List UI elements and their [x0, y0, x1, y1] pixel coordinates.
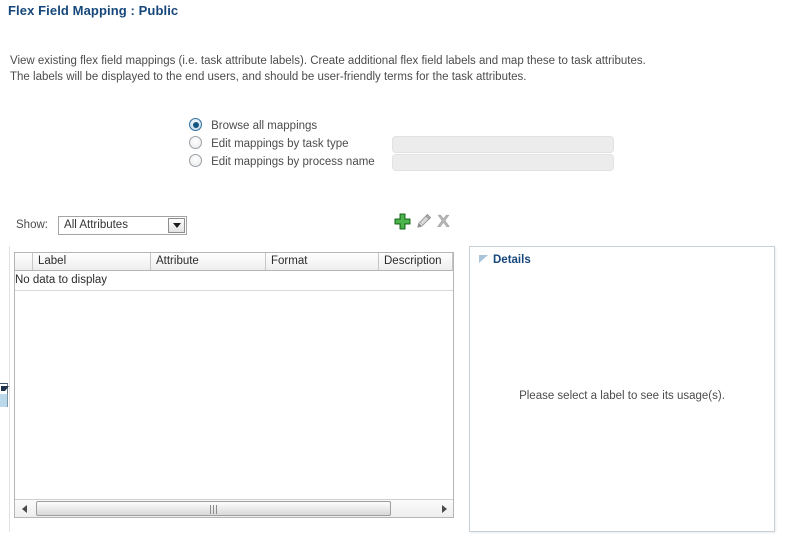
- radio-option-label: Browse all mappings: [211, 120, 318, 132]
- table-body: No data to display: [15, 271, 453, 498]
- show-filter-row: Show: All Attributes: [16, 215, 188, 235]
- table-column-header-description[interactable]: Description: [379, 253, 453, 270]
- splitter-rail: [9, 246, 10, 532]
- chevron-down-icon[interactable]: [168, 217, 186, 233]
- splitter-handle-cap: [0, 383, 9, 394]
- details-empty-message: Please select a label to see its usage(s…: [519, 390, 725, 402]
- details-panel-header[interactable]: Details: [470, 247, 774, 271]
- page-title: Flex Field Mapping : Public: [8, 3, 179, 18]
- description-line-2: The labels will be displayed to the end …: [10, 71, 527, 83]
- radio-browse-all-mappings-icon[interactable]: [189, 118, 202, 131]
- radio-edit-by-task-type-icon[interactable]: [189, 136, 202, 149]
- scroll-right-arrow-icon[interactable]: [435, 500, 452, 517]
- task-type-input[interactable]: [392, 136, 614, 153]
- radio-option-browse-all-mappings[interactable]: Browse all mappings: [189, 117, 629, 135]
- radio-option-label: Edit mappings by process name: [211, 156, 375, 168]
- details-panel: Details Please select a label to see its…: [469, 246, 775, 532]
- table-column-header-select: [15, 253, 33, 270]
- splitter-handle-body: [0, 394, 8, 407]
- description-line-1: View existing flex field mappings (i.e. …: [10, 55, 646, 67]
- edit-mapping-button[interactable]: [414, 212, 433, 231]
- radio-edit-by-process-name-icon[interactable]: [189, 154, 202, 167]
- mapping-mode-radio-group: Browse all mappings Edit mappings by tas…: [189, 117, 629, 171]
- collapse-triangle-icon[interactable]: [479, 255, 488, 263]
- process-name-input[interactable]: [392, 154, 614, 171]
- splitter-collapse-handle-icon[interactable]: [0, 383, 9, 407]
- show-filter-selected-value: All Attributes: [64, 218, 128, 231]
- table-body-divider: [15, 290, 453, 291]
- details-panel-title: Details: [493, 254, 531, 266]
- radio-option-edit-by-process-name[interactable]: Edit mappings by process name: [189, 153, 629, 171]
- table-column-header-attribute[interactable]: Attribute: [151, 253, 266, 270]
- radio-option-label: Edit mappings by task type: [211, 138, 349, 150]
- radio-option-edit-by-task-type[interactable]: Edit mappings by task type: [189, 135, 629, 153]
- table-horizontal-scrollbar[interactable]: [15, 499, 453, 517]
- show-filter-label: Show:: [16, 219, 48, 231]
- scrollbar-thumb[interactable]: [36, 501, 391, 516]
- table-empty-message: No data to display: [15, 274, 108, 286]
- left-panel-splitter[interactable]: [0, 246, 10, 532]
- table-column-header-label[interactable]: Label: [33, 253, 151, 270]
- delete-mapping-button[interactable]: [434, 212, 453, 231]
- table-column-header-format[interactable]: Format: [266, 253, 379, 270]
- scrollbar-grip-icon: [209, 504, 219, 514]
- table-header-row: Label Attribute Format Description: [15, 253, 453, 271]
- scroll-left-arrow-icon[interactable]: [16, 500, 33, 517]
- flex-field-mappings-table: Label Attribute Format Description No da…: [14, 252, 454, 518]
- page-description: View existing flex field mappings (i.e. …: [10, 53, 770, 85]
- add-mapping-button[interactable]: [393, 212, 412, 231]
- show-filter-select[interactable]: All Attributes: [58, 215, 188, 235]
